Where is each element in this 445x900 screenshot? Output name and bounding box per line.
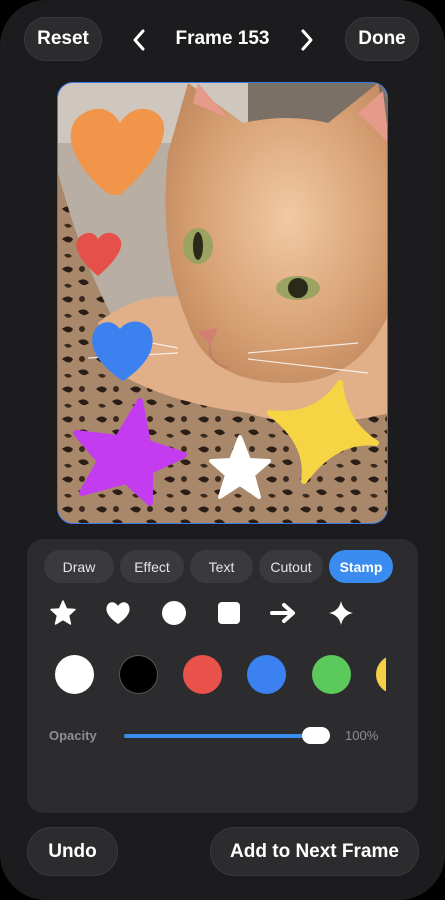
reset-button[interactable]: Reset: [24, 17, 102, 61]
color-swatch-blue[interactable]: [247, 655, 286, 694]
tab-effect[interactable]: Effect: [120, 550, 184, 583]
sparkle-icon[interactable]: [325, 597, 357, 629]
top-bar: Reset Frame 153 Done: [0, 0, 445, 80]
circle-icon[interactable]: [158, 597, 190, 629]
add-to-next-frame-button[interactable]: Add to Next Frame: [210, 827, 419, 876]
more-icon[interactable]: [380, 597, 386, 629]
chevron-left-icon[interactable]: [127, 27, 151, 53]
square-icon[interactable]: [213, 597, 245, 629]
color-swatch-green[interactable]: [312, 655, 351, 694]
stamp-shape-row: [44, 597, 386, 629]
color-swatch-row: [54, 655, 386, 695]
opacity-value: 100%: [345, 728, 379, 743]
arrow-right-icon[interactable]: [268, 597, 300, 629]
color-swatch-black[interactable]: [119, 655, 158, 694]
opacity-label: Opacity: [49, 728, 97, 743]
tab-draw[interactable]: Draw: [44, 550, 114, 583]
star-icon[interactable]: [47, 597, 79, 629]
color-swatch-yellow[interactable]: [376, 655, 386, 694]
tab-cutout[interactable]: Cutout: [259, 550, 323, 583]
opacity-slider-track[interactable]: [124, 734, 314, 738]
color-swatch-white[interactable]: [55, 655, 94, 694]
tab-stamp[interactable]: Stamp: [329, 550, 393, 583]
color-swatch-red[interactable]: [183, 655, 222, 694]
app-screen: Reset Frame 153 Done Draw Effect Text Cu…: [0, 0, 445, 900]
done-button[interactable]: Done: [345, 17, 419, 61]
heart-icon[interactable]: [102, 597, 134, 629]
editor-panel: Draw Effect Text Cutout Stamp Opacity 10…: [27, 539, 418, 813]
tab-text[interactable]: Text: [190, 550, 253, 583]
frame-title: Frame 153: [175, 28, 270, 49]
frame-canvas[interactable]: [57, 82, 388, 524]
opacity-slider-thumb[interactable]: [302, 727, 330, 744]
tool-tabs: Draw Effect Text Cutout Stamp: [44, 550, 393, 583]
chevron-right-icon[interactable]: [295, 27, 319, 53]
undo-button[interactable]: Undo: [27, 827, 118, 876]
